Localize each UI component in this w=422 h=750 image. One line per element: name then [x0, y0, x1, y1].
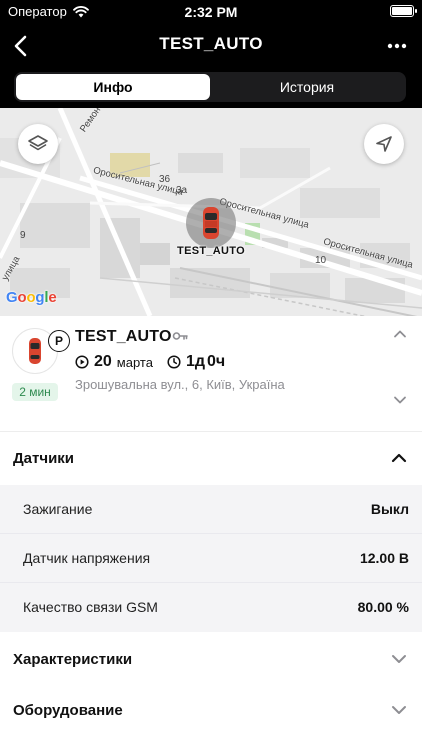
clock-icon [167, 355, 181, 369]
tab-info[interactable]: Инфо [16, 74, 210, 100]
map-marker-label: TEST_AUTO [177, 245, 245, 257]
section-sensors-title: Датчики [13, 450, 75, 467]
vehicle-map-marker[interactable] [186, 198, 236, 248]
sensor-row-ignition: Зажигание Выкл [0, 485, 422, 534]
date-month: марта [116, 354, 153, 370]
duration-hours: 0ч [207, 353, 226, 370]
divider [0, 431, 422, 432]
car-icon [203, 207, 219, 239]
sensor-label: Качество связи GSM [23, 599, 158, 615]
status-bar: Оператор 2:32 PM [0, 0, 422, 24]
chevron-up-icon[interactable] [392, 328, 408, 340]
tab-history[interactable]: История [210, 74, 404, 100]
chevron-down-icon[interactable] [390, 703, 408, 717]
house-number-10: 10 [315, 255, 327, 266]
section-characteristics-header[interactable]: Характеристики [0, 634, 422, 686]
nav-bar: TEST_AUTO [0, 24, 422, 68]
map-layers-button[interactable] [18, 124, 58, 164]
status-time: 2:32 PM [184, 4, 238, 20]
layers-icon [28, 135, 48, 151]
car-icon [29, 338, 41, 364]
section-characteristics-title: Характеристики [13, 651, 133, 668]
sensor-value: 12.00 В [359, 550, 409, 566]
duration-days: 1д [185, 353, 206, 370]
sensor-row-gsm: Качество связи GSM 80.00 % [0, 583, 422, 632]
parking-badge: P [48, 330, 70, 352]
page-title: TEST_AUTO [159, 34, 263, 53]
chevron-down-icon[interactable] [390, 652, 408, 666]
chevron-up-icon[interactable] [390, 451, 408, 465]
sensor-row-voltage: Датчик напряжения 12.00 В [0, 534, 422, 583]
house-number-36: 36 [159, 174, 171, 185]
sensor-label: Зажигание [23, 501, 93, 517]
battery-icon [390, 5, 417, 17]
section-sensors-header[interactable]: Датчики [0, 433, 422, 485]
tabs-bar: Инфо История [0, 68, 422, 108]
vehicle-card[interactable]: P 2 мин TEST_AUTO 20 марта 1д 0ч Зрошува… [0, 316, 422, 432]
house-number-3a: 3а [176, 185, 188, 196]
vehicle-stats: 20 марта 1д 0ч [75, 353, 225, 371]
sensor-value: Выкл [370, 501, 409, 517]
section-equipment-header[interactable]: Оборудование [0, 685, 422, 737]
date-day: 20 [94, 353, 112, 370]
last-update-badge: 2 мин [12, 383, 58, 401]
navigation-arrow-icon [376, 136, 392, 152]
google-logo: Google [6, 289, 57, 306]
vehicle-address: Зрошувальна вул., 6, Київ, Україна [75, 377, 285, 392]
sensor-label: Датчик напряжения [23, 550, 151, 566]
segmented-control: Инфо История [14, 72, 406, 102]
more-icon[interactable] [386, 36, 408, 56]
house-number-9: 9 [20, 230, 26, 241]
sensor-value: 80.00 % [357, 599, 409, 615]
map-view[interactable]: Ремонтная улица Оросительная улица Ороси… [0, 108, 422, 316]
play-circle-icon [75, 355, 89, 369]
section-equipment-title: Оборудование [13, 702, 123, 719]
map-locate-button[interactable] [364, 124, 404, 164]
key-icon [172, 332, 188, 340]
chevron-down-icon[interactable] [392, 394, 408, 406]
vehicle-name: TEST_AUTO [75, 328, 172, 345]
screen: Оператор 2:32 PM TEST_AUTO Инфо История [0, 0, 422, 750]
